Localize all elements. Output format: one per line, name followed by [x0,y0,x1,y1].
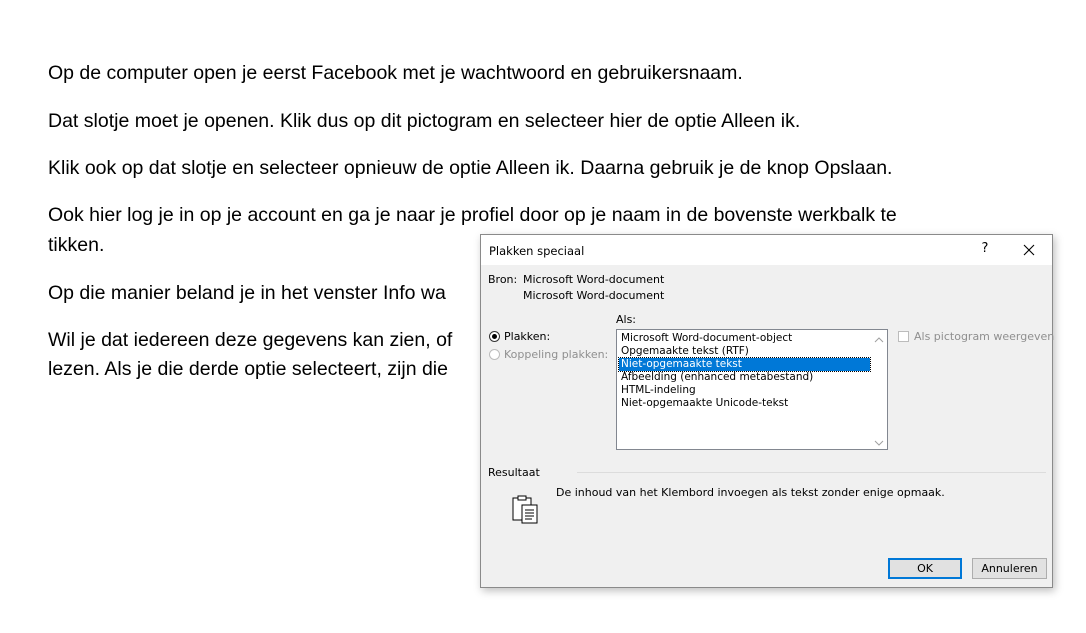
source-label: Bron: [488,273,518,286]
format-list-item-selected[interactable]: Niet-opgemaakte tekst [618,357,871,372]
result-description: De inhoud van het Klembord invoegen als … [556,486,945,499]
format-list-item[interactable]: Microsoft Word-document-object [619,332,870,345]
as-label: Als: [616,313,637,326]
cancel-button[interactable]: Annuleren [972,558,1047,579]
ok-button[interactable]: OK [888,558,962,579]
document-paragraph: Op de computer open je eerst Facebook me… [48,62,743,84]
format-list-item[interactable]: Afbeelding (enhanced metabestand) [619,371,870,384]
display-as-icon-label: Als pictogram weergeven [914,330,1055,343]
clipboard-icon [512,495,538,524]
paste-link-label: Koppeling plakken: [504,348,609,361]
scroll-down-button[interactable] [874,437,884,446]
format-list-item[interactable]: Opgemaakte tekst (RTF) [619,345,870,358]
format-listbox[interactable]: Microsoft Word-document-object Opgemaakt… [616,329,888,450]
dialog-titlebar[interactable]: Plakken speciaal ? [481,235,1052,265]
source-value-secondary: Microsoft Word-document [523,289,665,302]
format-list-item[interactable]: Niet-opgemaakte Unicode-tekst [619,397,870,410]
help-button[interactable]: ? [977,241,993,256]
document-paragraph: lezen. Als je die derde optie selecteert… [48,358,448,380]
close-button[interactable] [1019,240,1039,260]
format-list-item[interactable]: HTML-indeling [619,384,870,397]
close-icon [1023,244,1035,256]
display-as-icon-checkbox[interactable] [898,331,909,342]
document-paragraph: Op die manier beland je in het venster I… [48,282,446,304]
source-value: Microsoft Word-document [523,273,665,286]
clipboard-icon-wrapper [511,495,541,528]
paste-special-dialog: Plakken speciaal ? Bron: Microsoft Word-… [480,234,1055,588]
result-separator [577,472,1046,473]
document-paragraph: Dat slotje moet je openen. Klik dus op d… [48,110,801,132]
result-label: Resultaat [488,466,540,479]
document-paragraph: tikken. [48,234,105,256]
document-paragraph: Klik ook op dat slotje en selecteer opni… [48,157,893,179]
scroll-up-button[interactable] [874,334,884,343]
chevron-down-icon [874,440,884,446]
paste-label: Plakken: [504,330,551,343]
paste-radio[interactable] [489,331,500,342]
dialog-title: Plakken speciaal [489,244,585,258]
chevron-up-icon [874,337,884,343]
document-paragraph: Wil je dat iedereen deze gegevens kan zi… [48,329,453,351]
document-paragraph: Ook hier log je in op je account en ga j… [48,204,897,226]
paste-link-radio[interactable] [489,349,500,360]
